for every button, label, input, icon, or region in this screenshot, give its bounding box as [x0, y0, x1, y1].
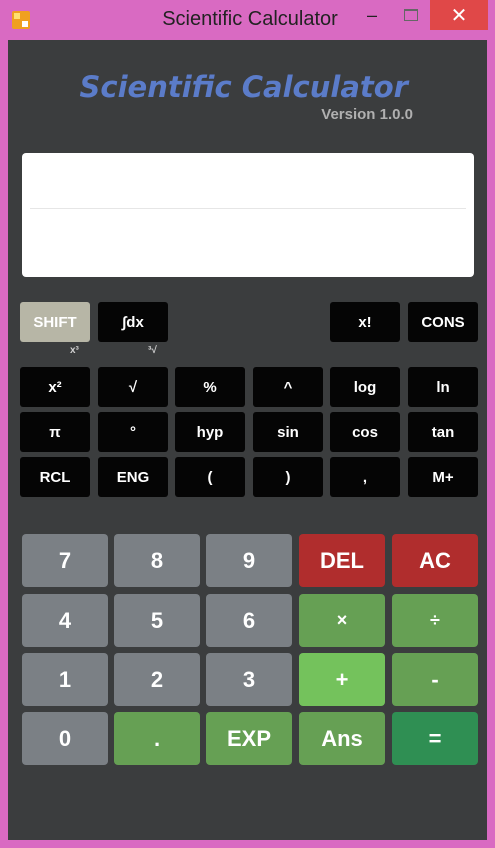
digit-9-button[interactable]: 9 [206, 534, 292, 587]
minimize-icon: – [366, 4, 377, 25]
exp-button[interactable]: EXP [206, 712, 292, 765]
maximize-button[interactable] [392, 0, 430, 30]
all-clear-button[interactable]: AC [392, 534, 478, 587]
close-button[interactable]: ✕ [430, 0, 488, 30]
multiply-button[interactable]: × [299, 594, 385, 647]
maximize-icon [404, 9, 418, 21]
digit-0-button[interactable]: 0 [22, 712, 108, 765]
digit-4-button[interactable]: 4 [22, 594, 108, 647]
close-icon: ✕ [450, 4, 468, 27]
shift-button[interactable]: SHIFT [20, 302, 90, 342]
sin-button[interactable]: sin [253, 412, 323, 452]
log-button[interactable]: log [330, 367, 400, 407]
digit-5-button[interactable]: 5 [114, 594, 200, 647]
cube-shift-label: x³ [70, 345, 79, 356]
digit-3-button[interactable]: 3 [206, 653, 292, 706]
cos-button[interactable]: cos [330, 412, 400, 452]
square-button[interactable]: x² [20, 367, 90, 407]
factorial-button[interactable]: x! [330, 302, 400, 342]
degree-button[interactable]: ° [98, 412, 168, 452]
add-button[interactable]: + [299, 653, 385, 706]
integral-button[interactable]: ∫dx [98, 302, 168, 342]
power-button[interactable]: ^ [253, 367, 323, 407]
cube-root-shift-label: ³√ [148, 345, 157, 356]
comma-button[interactable]: , [330, 457, 400, 497]
app-icon [12, 11, 30, 29]
hyp-button[interactable]: hyp [175, 412, 245, 452]
open-paren-button[interactable]: ( [175, 457, 245, 497]
memory-plus-button[interactable]: M+ [408, 457, 478, 497]
delete-button[interactable]: DEL [299, 534, 385, 587]
calculator-window: Scientific Calculator – ✕ Scientific Cal… [0, 0, 495, 848]
divide-button[interactable]: ÷ [392, 594, 478, 647]
eng-button[interactable]: ENG [98, 457, 168, 497]
subtract-button[interactable]: - [392, 653, 478, 706]
digit-7-button[interactable]: 7 [22, 534, 108, 587]
equals-button[interactable]: = [392, 712, 478, 765]
rcl-button[interactable]: RCL [20, 457, 90, 497]
tan-button[interactable]: tan [408, 412, 478, 452]
version-label: Version 1.0.0 [321, 106, 413, 123]
display-divider [30, 208, 466, 209]
decimal-point-button[interactable]: . [114, 712, 200, 765]
answer-button[interactable]: Ans [299, 712, 385, 765]
window-title: Scientific Calculator [162, 8, 338, 30]
calculator-body: Scientific Calculator Version 1.0.0 SHIF… [8, 40, 487, 840]
percent-button[interactable]: % [175, 367, 245, 407]
display-screen[interactable] [22, 153, 474, 277]
sqrt-button[interactable]: √ [98, 367, 168, 407]
digit-2-button[interactable]: 2 [114, 653, 200, 706]
ln-button[interactable]: ln [408, 367, 478, 407]
title-bar[interactable]: Scientific Calculator – ✕ [0, 0, 495, 40]
cons-button[interactable]: CONS [408, 302, 478, 342]
digit-1-button[interactable]: 1 [22, 653, 108, 706]
minimize-button[interactable]: – [352, 0, 392, 30]
pi-button[interactable]: π [20, 412, 90, 452]
app-heading: Scientific Calculator [79, 70, 408, 104]
close-paren-button[interactable]: ) [253, 457, 323, 497]
digit-8-button[interactable]: 8 [114, 534, 200, 587]
digit-6-button[interactable]: 6 [206, 594, 292, 647]
